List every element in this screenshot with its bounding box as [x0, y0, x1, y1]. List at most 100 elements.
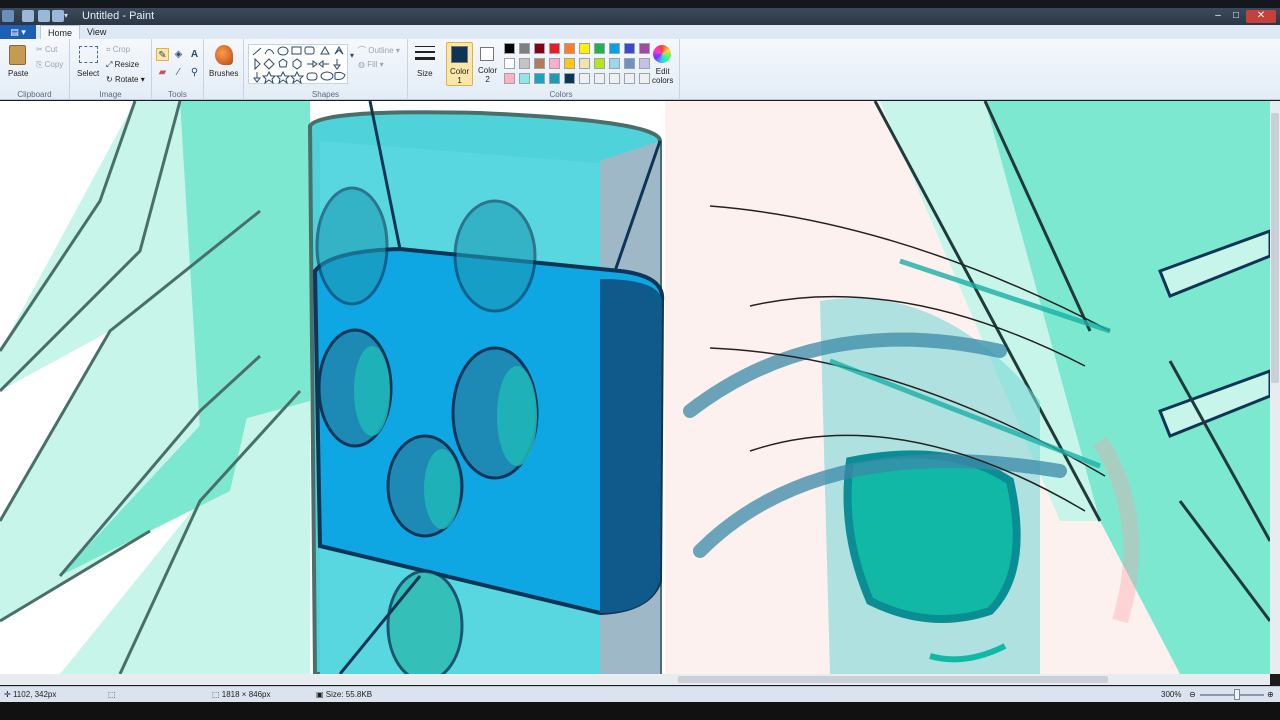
file-size: ▣ Size: 55.8KB	[316, 690, 373, 699]
group-colors: Edit colors Colors	[442, 39, 680, 100]
rotate-button[interactable]: ↻ Rotate ▾	[106, 75, 145, 84]
palette-swatch[interactable]	[519, 43, 530, 54]
palette-swatch[interactable]	[579, 73, 590, 84]
fill-button[interactable]: ◍ Fill ▾	[358, 60, 384, 69]
vertical-scrollbar[interactable]	[1270, 101, 1280, 674]
canvas-area[interactable]	[0, 101, 1270, 674]
copy-button[interactable]: ⎘ Copy	[36, 60, 63, 70]
file-menu-button[interactable]: ▤ ▾	[0, 25, 36, 39]
select-label: Select	[77, 69, 100, 78]
group-size: Size	[408, 39, 442, 100]
image-group-label: Image	[99, 90, 122, 99]
palette-swatch[interactable]	[564, 73, 575, 84]
palette-swatch[interactable]	[564, 58, 575, 69]
palette-swatch[interactable]	[504, 58, 515, 69]
tab-view[interactable]: View	[80, 25, 113, 39]
status-bar: ✛ 1102, 342px ⬚ ⬚ 1818 × 846px ▣ Size: 5…	[0, 686, 1280, 702]
outline-button[interactable]: ⌒ Outline ▾	[358, 45, 400, 56]
palette-swatch[interactable]	[534, 73, 545, 84]
size-label: Size	[417, 69, 433, 78]
brushes-label: Brushes	[209, 69, 239, 78]
palette-swatch[interactable]	[504, 43, 515, 54]
palette-swatch[interactable]	[579, 58, 590, 69]
palette-swatch[interactable]	[624, 58, 635, 69]
palette-swatch[interactable]	[534, 58, 545, 69]
title-bar: ▾ Untitled - Paint – □ ✕	[0, 0, 1280, 25]
palette-swatch[interactable]	[624, 73, 635, 84]
crop-button[interactable]: ⌗ Crop	[106, 45, 130, 55]
save-quick-icon[interactable]	[22, 10, 34, 22]
palette-swatch[interactable]	[594, 43, 605, 54]
group-image: Select ⌗ Crop ⤢ Resize ↻ Rotate ▾ Image	[70, 39, 152, 100]
paste-label: Paste	[8, 69, 29, 78]
paint-window: ▾ Untitled - Paint – □ ✕ ▤ ▾ Home View P…	[0, 0, 1280, 720]
palette-swatch[interactable]	[609, 58, 620, 69]
magnifier-icon[interactable]: ⚲	[188, 66, 201, 79]
palette-swatch[interactable]	[549, 43, 560, 54]
size-line-3	[415, 57, 435, 60]
paste-button[interactable]: Paste	[6, 43, 30, 83]
tab-home[interactable]: Home	[40, 25, 81, 39]
select-icon	[79, 46, 98, 63]
palette-swatch[interactable]	[564, 43, 575, 54]
horizontal-scrollbar[interactable]	[0, 674, 1270, 685]
zoom-in-button[interactable]: ⊕	[1267, 690, 1274, 699]
palette-swatch[interactable]	[519, 73, 530, 84]
maximize-button[interactable]: □	[1228, 10, 1244, 23]
edit-colors-icon	[653, 45, 671, 63]
zoom-slider[interactable]	[1200, 694, 1264, 696]
redo-quick-icon[interactable]	[52, 10, 64, 22]
ribbon-tabs: ▤ ▾ Home View	[0, 25, 1280, 39]
size-line-1	[415, 46, 435, 47]
customize-qa-icon[interactable]: ▾	[64, 10, 72, 22]
select-button[interactable]: Select	[76, 43, 102, 83]
resize-button[interactable]: ⤢ Resize	[106, 60, 139, 70]
group-shapes: ▾ ⌒ Outline ▾ ◍ Fill ▾ Shapes	[244, 39, 408, 100]
paint-app-icon[interactable]	[2, 10, 14, 22]
group-brushes: Brushes	[204, 39, 244, 100]
undo-quick-icon[interactable]	[38, 10, 50, 22]
file-size-value: Size: 55.8KB	[325, 690, 373, 699]
fill-icon[interactable]: ◈	[172, 48, 185, 61]
window-title: Untitled - Paint	[82, 10, 155, 22]
shapes-scroll[interactable]: ▾	[350, 51, 354, 60]
cut-button[interactable]: ✂ Cut	[36, 45, 57, 54]
palette-swatch[interactable]	[549, 73, 560, 84]
zoom-out-button[interactable]: ⊖	[1189, 690, 1196, 699]
minimize-button[interactable]: –	[1210, 10, 1226, 23]
palette-swatch[interactable]	[594, 58, 605, 69]
edit-colors-button[interactable]: Edit colors	[648, 43, 676, 87]
eraser-icon[interactable]: ▰	[156, 66, 169, 79]
drawing-canvas[interactable]	[0, 101, 1270, 674]
outline-label: Outline	[368, 46, 394, 55]
vertical-scroll-thumb[interactable]	[1271, 113, 1279, 383]
palette-swatch[interactable]	[594, 73, 605, 84]
palette-swatch[interactable]	[519, 58, 530, 69]
color-picker-icon[interactable]: ⁄	[172, 66, 185, 79]
palette-swatch[interactable]	[579, 43, 590, 54]
taskbar-edge	[0, 702, 1280, 720]
group-clipboard: Paste ✂ Cut ⎘ Copy Clipboard	[0, 39, 70, 100]
edit-colors-label: Edit colors	[652, 67, 674, 85]
text-icon[interactable]: A	[188, 48, 201, 61]
zoom-level: 300%	[1161, 690, 1182, 699]
horizontal-scroll-thumb[interactable]	[678, 676, 1108, 683]
cursor-position: ✛ 1102, 342px	[4, 690, 57, 699]
palette-swatch[interactable]	[609, 43, 620, 54]
palette-swatch[interactable]	[534, 43, 545, 54]
palette-swatch[interactable]	[624, 43, 635, 54]
cut-label: Cut	[44, 45, 58, 54]
palette-swatch[interactable]	[549, 58, 560, 69]
shapes-group-label: Shapes	[311, 90, 340, 99]
pencil-icon[interactable]: ✎	[156, 48, 169, 61]
canvas-dimensions: ⬚ 1818 × 846px	[212, 690, 271, 699]
brushes-button[interactable]: Brushes	[208, 43, 240, 87]
resize-label: Resize	[114, 60, 140, 69]
zoom-slider-knob[interactable]	[1234, 689, 1240, 700]
palette-swatch[interactable]	[504, 73, 515, 84]
shapes-gallery[interactable]	[248, 44, 348, 85]
close-button[interactable]: ✕	[1246, 10, 1276, 23]
fill-label: Fill	[367, 60, 378, 69]
palette-swatch[interactable]	[609, 73, 620, 84]
size-button[interactable]: Size	[412, 43, 438, 87]
